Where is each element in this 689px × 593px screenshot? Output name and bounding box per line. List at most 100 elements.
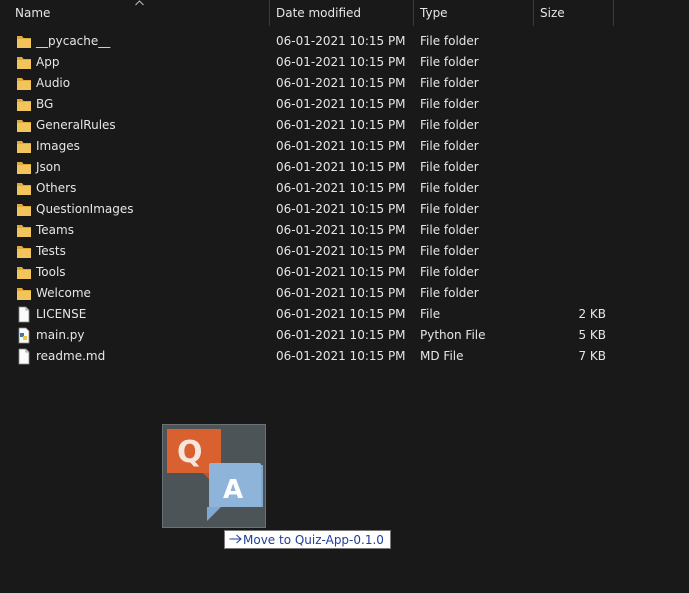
file-type: File folder <box>420 202 479 216</box>
column-header-name[interactable]: Name <box>15 0 50 26</box>
file-name: QuestionImages <box>36 202 134 216</box>
folder-icon <box>16 243 32 260</box>
file-name: LICENSE <box>36 307 87 321</box>
file-size <box>534 31 606 52</box>
file-type: File folder <box>420 55 479 69</box>
file-type: File folder <box>420 97 479 111</box>
file-size <box>534 136 606 157</box>
folder-icon <box>16 96 32 113</box>
column-separator[interactable] <box>413 0 414 26</box>
file-name: Teams <box>36 223 74 237</box>
quiz-app-qa-icon: Q A <box>167 429 263 521</box>
file-size <box>534 262 606 283</box>
file-date-modified: 06-01-2021 10:15 PM <box>276 76 406 90</box>
file-date-modified: 06-01-2021 10:15 PM <box>276 307 406 321</box>
file-date-modified: 06-01-2021 10:15 PM <box>276 139 406 153</box>
file-date-modified: 06-01-2021 10:15 PM <box>276 244 406 258</box>
file-name: App <box>36 55 60 69</box>
column-header-size[interactable]: Size <box>540 0 565 26</box>
file-type: File folder <box>420 160 479 174</box>
file-date-modified: 06-01-2021 10:15 PM <box>276 97 406 111</box>
file-name: Tests <box>36 244 66 258</box>
file-type: File folder <box>420 118 479 132</box>
file-name: GeneralRules <box>36 118 116 132</box>
file-size <box>534 52 606 73</box>
file-size: 7 KB <box>578 349 606 363</box>
file-size <box>534 241 606 262</box>
file-row[interactable]: Audio 06-01-2021 10:15 PM File folder <box>0 73 689 94</box>
file-row[interactable]: Json 06-01-2021 10:15 PM File folder <box>0 157 689 178</box>
file-row[interactable]: Teams 06-01-2021 10:15 PM File folder <box>0 220 689 241</box>
file-type: File folder <box>420 181 479 195</box>
file-name: BG <box>36 97 54 111</box>
file-row[interactable]: main.py 06-01-2021 10:15 PM Python File 5 K… <box>0 325 689 346</box>
file-name: Images <box>36 139 80 153</box>
file-size <box>534 283 606 304</box>
file-name: Json <box>36 160 61 174</box>
file-name: Audio <box>36 76 71 90</box>
file-size <box>534 115 606 136</box>
file-date-modified: 06-01-2021 10:15 PM <box>276 34 406 48</box>
file-date-modified: 06-01-2021 10:15 PM <box>276 181 406 195</box>
file-size <box>534 157 606 178</box>
file-row[interactable]: App 06-01-2021 10:15 PM File folder <box>0 52 689 73</box>
file-row[interactable]: Welcome 06-01-2021 10:15 PM File folder <box>0 283 689 304</box>
sort-ascending-icon <box>135 0 144 6</box>
file-type: File folder <box>420 265 479 279</box>
folder-icon <box>16 159 32 176</box>
svg-text:A: A <box>223 475 243 505</box>
file-date-modified: 06-01-2021 10:15 PM <box>276 118 406 132</box>
file-type: File <box>420 307 441 321</box>
file-name: main.py <box>36 328 85 342</box>
file-name: readme.md <box>36 349 106 363</box>
file-date-modified: 06-01-2021 10:15 PM <box>276 160 406 174</box>
folder-icon <box>16 117 32 134</box>
file-date-modified: 06-01-2021 10:15 PM <box>276 349 406 363</box>
file-date-modified: 06-01-2021 10:15 PM <box>276 286 406 300</box>
drag-thumbnail: Q A <box>162 424 266 528</box>
file-row[interactable]: __pycache__ 06-01-2021 10:15 PM File folde… <box>0 31 689 52</box>
folder-icon <box>16 54 32 71</box>
file-date-modified: 06-01-2021 10:15 PM <box>276 223 406 237</box>
file-date-modified: 06-01-2021 10:15 PM <box>276 55 406 69</box>
move-arrow-icon <box>229 531 243 549</box>
drag-tooltip-text: Move to Quiz-App-0.1.0 <box>243 533 384 547</box>
file-type: File folder <box>420 223 479 237</box>
folder-icon <box>16 180 32 197</box>
file-size: 5 KB <box>578 328 606 342</box>
file-type: File folder <box>420 34 479 48</box>
file-type: File folder <box>420 76 479 90</box>
file-type: File folder <box>420 244 479 258</box>
column-separator[interactable] <box>533 0 534 26</box>
column-header-type[interactable]: Type <box>420 0 448 26</box>
folder-icon <box>16 75 32 92</box>
file-size <box>534 199 606 220</box>
file-size <box>534 94 606 115</box>
drag-tooltip: Move to Quiz-App-0.1.0 <box>224 530 391 549</box>
file-size <box>534 220 606 241</box>
file-row[interactable]: QuestionImages 06-01-2021 10:15 PM File fo… <box>0 199 689 220</box>
file-row[interactable]: Images 06-01-2021 10:15 PM File folder <box>0 136 689 157</box>
svg-text:Q: Q <box>177 435 203 470</box>
file-row[interactable]: LICENSE 06-01-2021 10:15 PM File 2 KB <box>0 304 689 325</box>
file-date-modified: 06-01-2021 10:15 PM <box>276 265 406 279</box>
file-row[interactable]: Tools 06-01-2021 10:15 PM File folder <box>0 262 689 283</box>
column-separator[interactable] <box>269 0 270 26</box>
folder-icon <box>16 138 32 155</box>
file-size <box>534 178 606 199</box>
file-row[interactable]: Tests 06-01-2021 10:15 PM File folder <box>0 241 689 262</box>
folder-icon <box>16 33 32 50</box>
file-icon <box>16 306 32 323</box>
file-row[interactable]: BG 06-01-2021 10:15 PM File folder <box>0 94 689 115</box>
file-date-modified: 06-01-2021 10:15 PM <box>276 202 406 216</box>
file-type: File folder <box>420 286 479 300</box>
file-size: 2 KB <box>578 307 606 321</box>
file-row[interactable]: Others 06-01-2021 10:15 PM File folder <box>0 178 689 199</box>
file-type: Python File <box>420 328 486 342</box>
folder-icon <box>16 201 32 218</box>
file-row[interactable]: GeneralRules 06-01-2021 10:15 PM File fold… <box>0 115 689 136</box>
file-row[interactable]: readme.md 06-01-2021 10:15 PM MD File 7 KB <box>0 346 689 367</box>
file-name: Welcome <box>36 286 91 300</box>
column-separator[interactable] <box>613 0 614 26</box>
column-header-date[interactable]: Date modified <box>276 0 361 26</box>
